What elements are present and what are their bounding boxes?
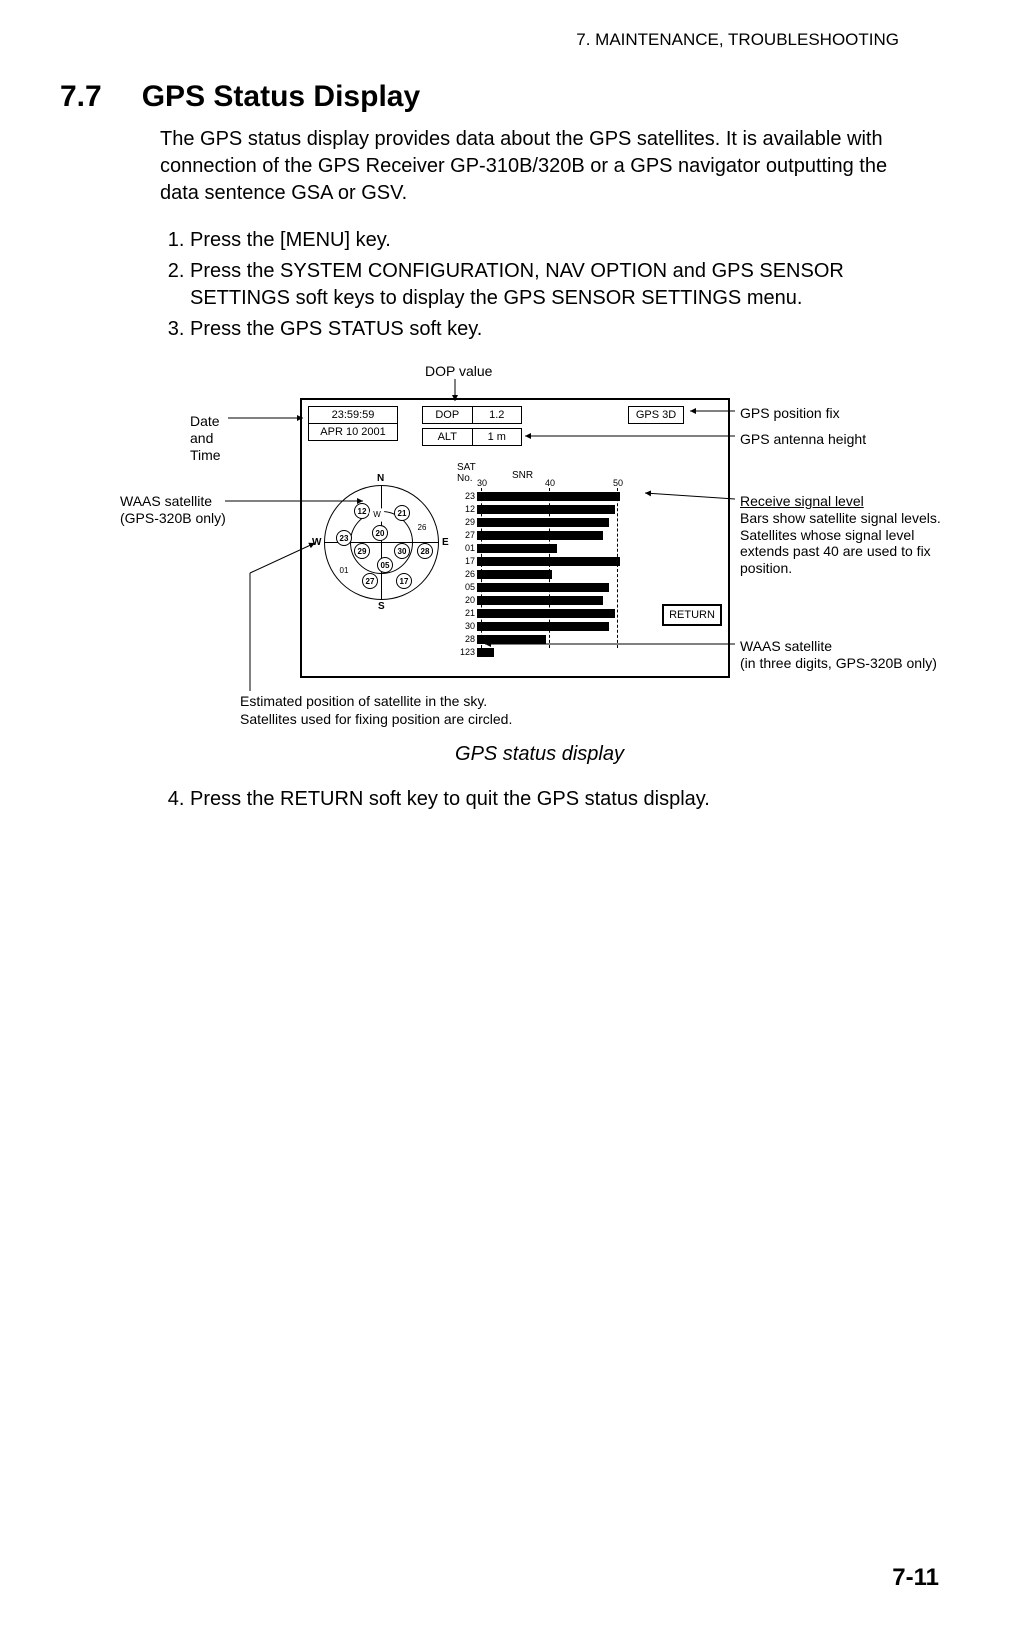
- section-title: GPS Status Display: [142, 80, 420, 114]
- alt-label: ALT: [423, 429, 473, 445]
- sat-no-123: 123: [457, 647, 475, 657]
- skyplot-caption: Estimated position of satellite in the s…: [240, 693, 512, 728]
- dop-value: 1.2: [473, 407, 522, 423]
- alt-value: 1 m: [473, 429, 522, 445]
- skyplot-sat-27: 27: [362, 573, 378, 589]
- sat-no-label: SAT No.: [457, 462, 476, 484]
- skyplot-sat-28: 28: [417, 543, 433, 559]
- snr-bar-12: 12: [457, 503, 657, 515]
- sat-no-30: 30: [457, 621, 475, 631]
- bar-05: [477, 583, 609, 592]
- bar-123: [477, 648, 494, 657]
- bar-29: [477, 518, 609, 527]
- bar-20: [477, 596, 603, 605]
- bar-21: [477, 609, 615, 618]
- return-button[interactable]: RETURN: [662, 604, 722, 626]
- snr-bar-01: 01: [457, 542, 657, 554]
- skyplot-sat-29: 29: [354, 543, 370, 559]
- alt-box: ALT 1 m: [422, 428, 522, 446]
- section-number: 7.7: [60, 80, 102, 114]
- skyplot-sat-01: 01: [336, 563, 352, 579]
- tick-40: 40: [545, 478, 555, 488]
- page-number: 7-11: [892, 1564, 939, 1592]
- snr-bars: 23 12 29 27 01 17 26 05 20 21 30 28 123: [457, 490, 657, 659]
- bar-12: [477, 505, 615, 514]
- snr-bar-21: 21: [457, 607, 657, 619]
- sat-no-27: 27: [457, 530, 475, 540]
- bar-01: [477, 544, 557, 553]
- callout-date-time: Date and Time: [190, 413, 221, 463]
- step-2: Press the SYSTEM CONFIGURATION, NAV OPTI…: [190, 258, 920, 312]
- sat-no-05: 05: [457, 582, 475, 592]
- skyplot-sat-23: 23: [336, 530, 352, 546]
- snr-bar-05: 05: [457, 581, 657, 593]
- chapter-header: 7. MAINTENANCE, TROUBLESHOOTING: [576, 30, 899, 50]
- datetime-box: 23:59:59 APR 10 2001: [308, 406, 398, 441]
- callout-signal-text: Receive signal levelBars show satellite …: [740, 493, 950, 577]
- snr-bar-30: 30: [457, 620, 657, 632]
- date-value: APR 10 2001: [309, 423, 397, 440]
- sat-no-29: 29: [457, 517, 475, 527]
- callout-waas-right: WAAS satellite (in three digits, GPS-320…: [740, 638, 937, 672]
- sat-no-28: 28: [457, 634, 475, 644]
- skyplot: N S W E 12 21 23 2029 30 28 0527 17 W 26 01: [314, 475, 449, 610]
- step-3: Press the GPS STATUS soft key.: [190, 316, 920, 343]
- snr-bar-29: 29: [457, 516, 657, 528]
- figure-caption: GPS status display: [120, 743, 959, 766]
- bar-17: [477, 557, 620, 566]
- snr-bar-26: 26: [457, 568, 657, 580]
- sat-no-01: 01: [457, 543, 475, 553]
- snr-label: SNR: [512, 470, 533, 481]
- callout-waas-left: WAAS satellite (GPS-320B only): [120, 493, 226, 527]
- callout-antenna-height: GPS antenna height: [740, 431, 866, 448]
- skyplot-sat-12: 12: [354, 503, 370, 519]
- sat-no-21: 21: [457, 608, 475, 618]
- bar-30: [477, 622, 609, 631]
- callout-signal-level: Receive signal levelBars show satellite …: [740, 493, 950, 577]
- skyplot-sat-17: 17: [396, 573, 412, 589]
- skyplot-sat-30: 30: [394, 543, 410, 559]
- callout-gps-fix: GPS position fix: [740, 405, 840, 422]
- steps-list-cont: Press the RETURN soft key to quit the GP…: [160, 786, 920, 813]
- steps-list: Press the [MENU] key. Press the SYSTEM C…: [160, 227, 920, 343]
- snr-bar-28: 28: [457, 633, 657, 645]
- bar-23: [477, 492, 620, 501]
- sat-no-12: 12: [457, 504, 475, 514]
- compass-e: E: [442, 537, 449, 548]
- gps-mode-box: GPS 3D: [628, 406, 684, 424]
- sat-no-26: 26: [457, 569, 475, 579]
- skyplot-sat-26: 26: [414, 520, 430, 536]
- skyplot-sat-21: 21: [394, 505, 410, 521]
- compass-s: S: [378, 601, 385, 612]
- skyplot-sat-20: 20: [372, 525, 388, 541]
- snr-bar-23: 23: [457, 490, 657, 502]
- snr-bar-27: 27: [457, 529, 657, 541]
- skyplot-sat-W: W: [369, 507, 385, 523]
- tick-50: 50: [613, 478, 623, 488]
- compass-w: W: [312, 537, 321, 548]
- figure: DOP value Date and Time WAAS satellite (…: [120, 363, 959, 733]
- sat-no-20: 20: [457, 595, 475, 605]
- intro-paragraph: The GPS status display provides data abo…: [160, 126, 920, 207]
- bar-28: [477, 635, 546, 644]
- gps-status-display: 23:59:59 APR 10 2001 DOP 1.2 ALT 1 m GPS…: [300, 398, 730, 678]
- callout-dop-value: DOP value: [425, 363, 492, 380]
- sat-no-23: 23: [457, 491, 475, 501]
- sat-no-17: 17: [457, 556, 475, 566]
- snr-bar-123: 123: [457, 646, 657, 658]
- bar-26: [477, 570, 552, 579]
- tick-30: 30: [477, 478, 487, 488]
- dop-label: DOP: [423, 407, 473, 423]
- time-value: 23:59:59: [309, 407, 397, 423]
- compass-n: N: [377, 473, 384, 484]
- dop-box: DOP 1.2: [422, 406, 522, 424]
- step-4: Press the RETURN soft key to quit the GP…: [190, 786, 920, 813]
- bar-27: [477, 531, 603, 540]
- skyplot-sat-05: 05: [377, 557, 393, 573]
- step-1: Press the [MENU] key.: [190, 227, 920, 254]
- snr-bar-17: 17: [457, 555, 657, 567]
- snr-bar-20: 20: [457, 594, 657, 606]
